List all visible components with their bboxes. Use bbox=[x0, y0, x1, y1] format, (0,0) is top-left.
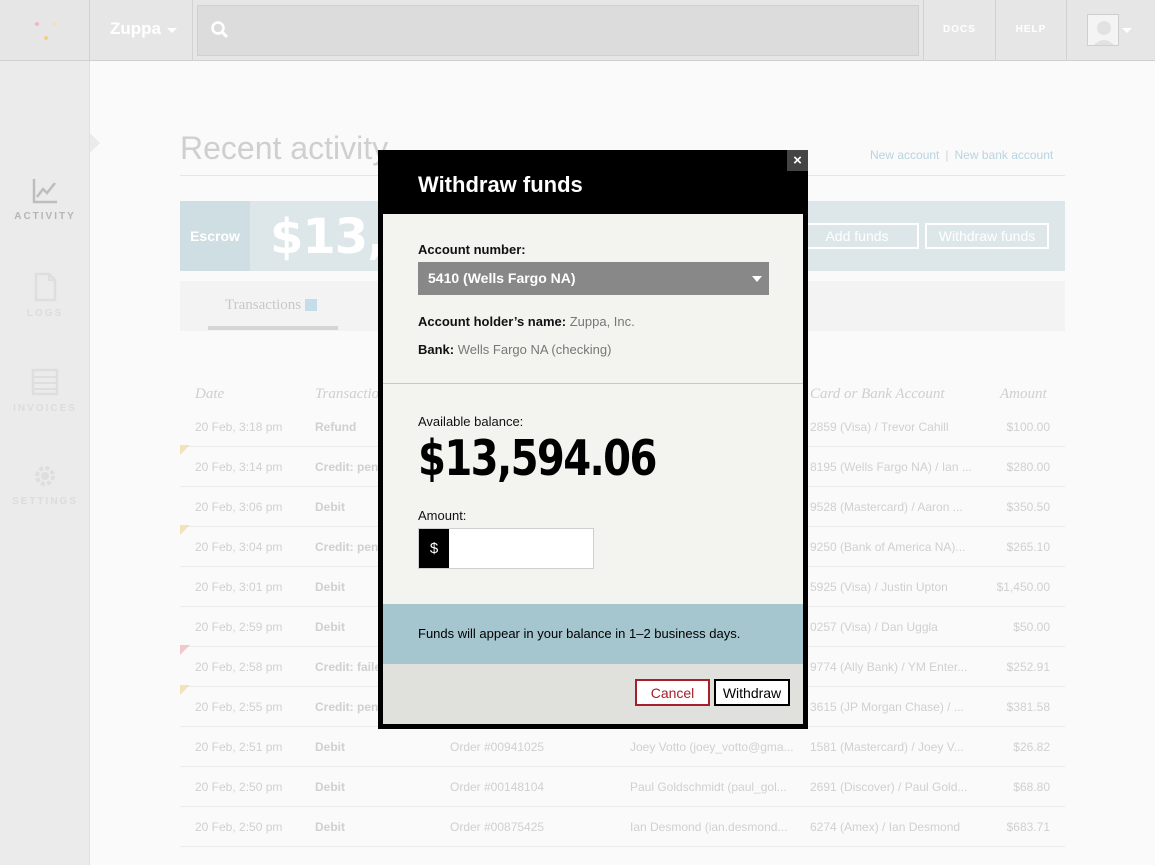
amount-input[interactable] bbox=[449, 529, 593, 568]
currency-prefix: $ bbox=[419, 529, 449, 568]
cancel-button[interactable]: Cancel bbox=[635, 679, 710, 706]
notice-banner: Funds will appear in your balance in 1–2… bbox=[383, 604, 803, 664]
dialog-title: Withdraw funds bbox=[418, 172, 583, 197]
amount-field: $ bbox=[418, 528, 594, 569]
account-section: Account number: 5410 (Wells Fargo NA) Ac… bbox=[383, 214, 803, 384]
account-select[interactable]: 5410 (Wells Fargo NA) bbox=[418, 262, 769, 295]
available-balance-value: $13,594.06 bbox=[418, 430, 657, 487]
account-select-value: 5410 (Wells Fargo NA) bbox=[428, 270, 576, 286]
withdraw-button[interactable]: Withdraw bbox=[714, 679, 790, 706]
close-icon[interactable]: × bbox=[787, 150, 808, 171]
dialog-header: Withdraw funds × bbox=[378, 150, 808, 214]
bank-name: Bank: Wells Fargo NA (checking) bbox=[418, 342, 612, 357]
amount-label: Amount: bbox=[418, 508, 467, 523]
account-number-label: Account number: bbox=[418, 242, 526, 257]
chevron-down-icon bbox=[752, 276, 762, 282]
dialog-footer: Cancel Withdraw bbox=[383, 664, 803, 724]
holder-name: Account holder’s name: Zuppa, Inc. bbox=[418, 314, 635, 329]
dialog-body: Account number: 5410 (Wells Fargo NA) Ac… bbox=[383, 214, 803, 724]
available-balance-label: Available balance: bbox=[418, 414, 524, 429]
withdraw-dialog: Withdraw funds × Account number: 5410 (W… bbox=[378, 150, 808, 729]
